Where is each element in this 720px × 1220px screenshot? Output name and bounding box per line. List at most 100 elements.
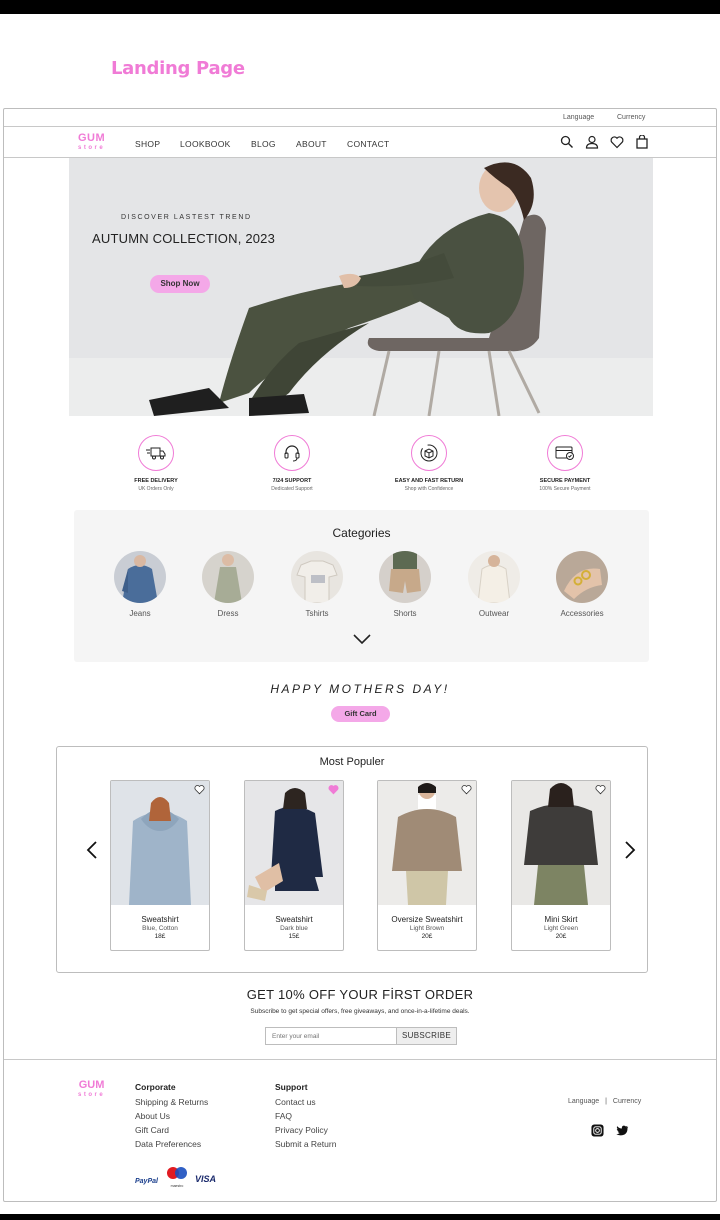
nav-blog[interactable]: BLOG [251, 139, 276, 149]
category-jeans[interactable]: Jeans [105, 551, 175, 618]
feature-title: EASY AND FAST RETURN [394, 478, 464, 484]
hero-title: AUTUMN COLLECTION, 2023 [92, 231, 276, 246]
product-name: Sweatshirt [275, 915, 313, 924]
feature-title: 7/24 SUPPORT [272, 478, 312, 484]
return-box-icon [420, 444, 438, 462]
category-label: Shorts [393, 609, 417, 618]
promo-banner-title: HAPPY MOTHERS DAY! [270, 682, 450, 696]
category-label: Outwear [478, 609, 510, 618]
footer-link-contact[interactable]: Contact us [275, 1097, 336, 1107]
most-popular-section: Most Populer Sweatshirt Blue, Cotton 18£… [56, 746, 648, 973]
paypal-logo: PayPal [135, 1170, 158, 1188]
nav-about[interactable]: ABOUT [296, 139, 327, 149]
footer-separator: | [605, 1098, 607, 1105]
newsletter-subtitle: Subscribe to get special offers, free gi… [250, 1008, 470, 1015]
feature-subtitle: UK Orders Only [138, 486, 174, 492]
shop-now-button[interactable]: Shop Now [150, 275, 210, 293]
footer-logo[interactable]: GUM store [78, 1080, 106, 1099]
feature-subtitle: Shop with Confidence [404, 486, 454, 492]
feature-title: FREE DELIVERY [134, 478, 178, 484]
category-dress[interactable]: Dress [193, 551, 263, 618]
hero-kicker: DISCOVER LASTEST TREND [121, 214, 252, 221]
favorite-heart-icon[interactable] [595, 784, 606, 795]
category-image [291, 551, 343, 603]
gift-card-button[interactable]: Gift Card [331, 706, 390, 722]
product-color: Light Brown [409, 925, 445, 932]
footer-corporate: Corporate Shipping & Returns About Us Gi… [135, 1082, 208, 1153]
nav-contact[interactable]: CONTACT [347, 139, 390, 149]
categories-panel: Categories Jeans Dress Tshirts Shorts Ou… [74, 510, 649, 662]
feature-icon-circle [274, 435, 310, 471]
category-shorts[interactable]: Shorts [370, 551, 440, 618]
footer-link-data-preferences[interactable]: Data Preferences [135, 1139, 208, 1149]
logo[interactable]: GUM store [78, 133, 105, 152]
footer: GUM store Corporate Shipping & Returns A… [4, 1059, 716, 1201]
footer-link-faq[interactable]: FAQ [275, 1111, 336, 1121]
product-image [378, 781, 476, 905]
product-color: Light Green [544, 925, 578, 932]
category-tshirts[interactable]: Tshirts [282, 551, 352, 618]
product-card[interactable]: Oversize Sweatshirt Light Brown 20£ [377, 780, 477, 951]
favorite-heart-icon[interactable] [461, 784, 472, 795]
feature-subtitle: Dedicated Support [271, 486, 313, 492]
feature-returns: EASY AND FAST RETURN Shop with Confidenc… [369, 435, 489, 492]
subscribe-button[interactable]: SUBSCRIBE [396, 1027, 457, 1045]
mastercard-icon [167, 1167, 187, 1179]
feature-icon-circle [547, 435, 583, 471]
footer-support: Support Contact us FAQ Privacy Policy Su… [275, 1082, 336, 1153]
twitter-icon[interactable] [616, 1124, 629, 1137]
chevron-down-icon[interactable] [353, 634, 371, 644]
user-icon[interactable] [585, 135, 599, 149]
footer-settings: Language | Currency [568, 1098, 641, 1105]
shopping-bag-icon[interactable] [635, 135, 649, 149]
landing-page-frame: Language Currency GUM store SHOP LOOKBOO… [3, 108, 717, 1202]
footer-link-submit-return[interactable]: Submit a Return [275, 1139, 336, 1149]
product-image [245, 781, 343, 905]
category-label: Jeans [129, 609, 151, 618]
footer-language-link[interactable]: Language [568, 1098, 599, 1105]
visa-text: VISA [195, 1174, 217, 1184]
category-accessories[interactable]: Accessories [547, 551, 617, 618]
product-price: 15£ [288, 933, 300, 940]
category-image [202, 551, 254, 603]
category-outwear[interactable]: Outwear [459, 551, 529, 618]
visa-logo: VISA [195, 1169, 216, 1187]
footer-heading: Corporate [135, 1082, 176, 1092]
feature-icon-circle [138, 435, 174, 471]
footer-logo-line2: store [78, 1092, 106, 1098]
feature-icon-circle [411, 435, 447, 471]
product-price: 18£ [154, 933, 166, 940]
product-price: 20£ [555, 933, 567, 940]
chevron-right-icon[interactable] [624, 840, 636, 860]
product-card[interactable]: Mini Skirt Light Green 20£ [511, 780, 611, 951]
search-icon[interactable] [560, 135, 574, 149]
favorite-heart-icon[interactable] [194, 784, 205, 795]
nav-shop[interactable]: SHOP [135, 139, 160, 149]
product-name: Mini Skirt [544, 915, 578, 924]
nav-lookbook[interactable]: LOOKBOOK [180, 139, 231, 149]
category-image [379, 551, 431, 603]
footer-link-privacy[interactable]: Privacy Policy [275, 1125, 336, 1135]
currency-link[interactable]: Currency [617, 114, 645, 121]
footer-link-shipping[interactable]: Shipping & Returns [135, 1097, 208, 1107]
instagram-icon[interactable] [591, 1124, 604, 1137]
product-image [512, 781, 610, 905]
heart-icon[interactable] [610, 135, 624, 149]
footer-currency-link[interactable]: Currency [613, 1098, 641, 1105]
product-name: Oversize Sweatshirt [391, 915, 463, 924]
language-link[interactable]: Language [563, 114, 594, 121]
email-field[interactable] [265, 1027, 396, 1045]
footer-link-gift-card[interactable]: Gift Card [135, 1125, 208, 1135]
feature-free-delivery: FREE DELIVERY UK Orders Only [96, 435, 216, 492]
feature-secure-payment: SECURE PAYMENT 100% Secure Payment [505, 435, 625, 492]
footer-link-about[interactable]: About Us [135, 1111, 208, 1121]
favorite-heart-icon[interactable] [328, 784, 339, 795]
feature-support: 7/24 SUPPORT Dedicated Support [232, 435, 352, 492]
feature-subtitle: 100% Secure Payment [539, 486, 591, 492]
product-image [111, 781, 209, 905]
chevron-left-icon[interactable] [86, 840, 98, 860]
product-card[interactable]: Sweatshirt Dark blue 15£ [244, 780, 344, 951]
product-card[interactable]: Sweatshirt Blue, Cotton 18£ [110, 780, 210, 951]
product-color: Dark blue [280, 925, 308, 932]
main-nav: GUM store SHOP LOOKBOOK BLOG ABOUT CONTA… [4, 127, 716, 158]
